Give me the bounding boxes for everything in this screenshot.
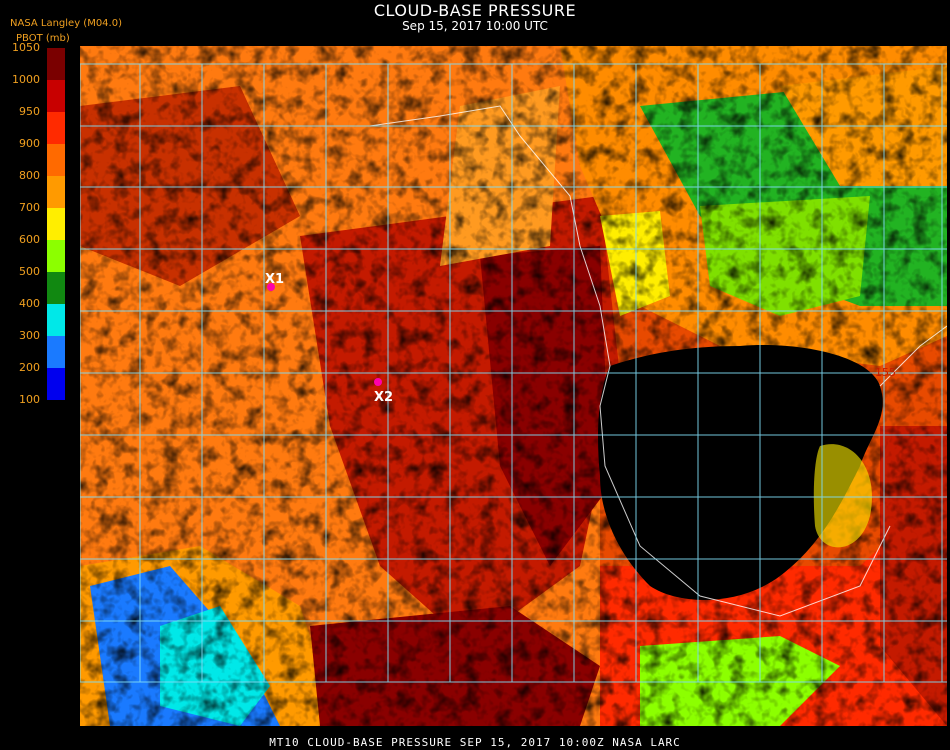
legend-tick: 800 xyxy=(19,169,40,182)
legend-tick: 1000 xyxy=(12,73,40,86)
legend-tick: 300 xyxy=(19,329,40,342)
legend-swatch-1000 xyxy=(47,80,65,112)
color-legend xyxy=(47,48,65,400)
chart-title: CLOUD-BASE PRESSURE xyxy=(373,1,577,20)
legend-swatch-300 xyxy=(47,336,65,368)
legend-swatch-500 xyxy=(47,272,65,304)
legend-tick: 900 xyxy=(19,137,40,150)
legend-swatch-700 xyxy=(47,208,65,240)
marker-x1-label: X1 xyxy=(265,272,284,287)
legend-swatch-1050 xyxy=(47,48,65,80)
grid-label: 155 xyxy=(875,366,896,379)
chart-subtitle: Sep 15, 2017 10:00 UTC xyxy=(402,19,548,33)
legend-tick: 400 xyxy=(19,297,40,310)
provider-label: NASA Langley (M04.0) xyxy=(10,18,122,29)
legend-tick: 500 xyxy=(19,265,40,278)
legend-tick: 600 xyxy=(19,233,40,246)
satellite-map[interactable]: 155 X1 X2 xyxy=(80,46,947,726)
legend-tick: 950 xyxy=(19,105,40,118)
marker-x2-label: X2 xyxy=(374,390,393,405)
footer-caption: MT10 CLOUD-BASE PRESSURE SEP 15, 2017 10… xyxy=(269,736,681,749)
legend-swatch-600 xyxy=(47,240,65,272)
legend-tick: 700 xyxy=(19,201,40,214)
legend-swatch-800 xyxy=(47,176,65,208)
legend-tick: 200 xyxy=(19,361,40,374)
legend-tick: 100 xyxy=(19,393,40,406)
legend-tick: 1050 xyxy=(12,41,40,54)
legend-swatch-950 xyxy=(47,112,65,144)
legend-swatch-400 xyxy=(47,304,65,336)
legend-swatch-900 xyxy=(47,144,65,176)
marker-x2-dot xyxy=(374,378,382,386)
legend-swatch-200 xyxy=(47,368,65,400)
